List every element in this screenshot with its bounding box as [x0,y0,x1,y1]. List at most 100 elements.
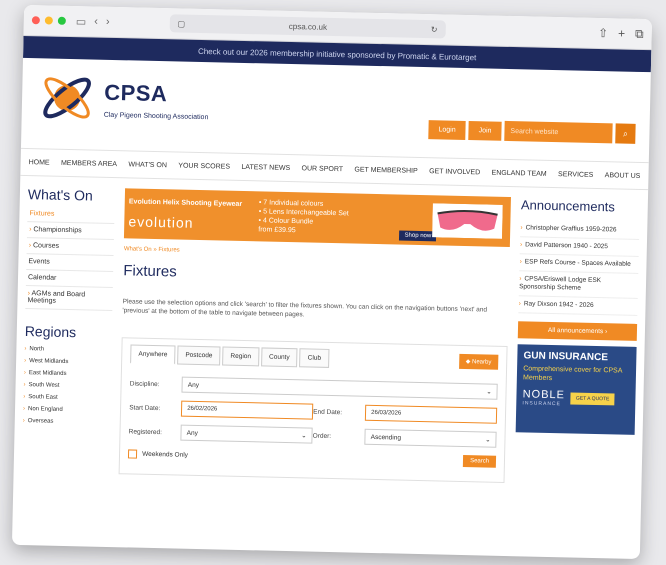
sidebar-item-label: AGMs and Board Meetings [27,290,86,305]
discipline-label: Discipline: [129,379,160,388]
nav-england-team[interactable]: ENGLAND TEAM [492,169,547,177]
chevron-down-icon: ⌄ [485,436,491,444]
region-label: South East [28,394,58,401]
region-label: South West [28,382,60,389]
nav-members-area[interactable]: MEMBERS AREA [61,159,117,167]
all-announcements-button[interactable]: All announcements › [517,321,638,341]
sidebar-item-label: Championships [33,226,82,235]
noble-logo: NOBLE [522,388,566,402]
eyewear-advert[interactable]: Evolution Helix Shooting Eyewear evoluti… [124,188,512,248]
window-controls [31,16,66,25]
intro-text: Please use the selection options and cli… [122,298,488,319]
announcement-text: ESP Refs Course - Spaces Available [524,258,631,268]
sidebar-item-championships[interactable]: › Championships [26,222,115,241]
get-a-quote-button[interactable]: GET A QUOTE [570,392,615,406]
announcement-text: Ray Dixson 1942 - 2026 [523,300,594,309]
nav-get-involved[interactable]: GET INVOLVED [429,168,480,176]
nav-get-membership[interactable]: GET MEMBERSHIP [354,166,417,174]
discipline-select[interactable]: Any ⌄ [181,376,498,400]
ad-points: • 7 Individual colours • 5 Lens Intercha… [258,198,349,236]
share-icon[interactable]: ⇧ [598,25,608,40]
zoom-window-icon[interactable] [57,16,66,25]
order-label: Order: [312,432,332,440]
region-overseas[interactable]: › Overseas [23,415,110,429]
ad-point: from £39.95 [258,225,348,236]
chevron-down-icon: ⌄ [486,388,492,396]
tab-anywhere[interactable]: Anywhere [130,344,176,365]
back-icon[interactable]: ‹ [94,15,98,28]
search-button[interactable]: Search [462,455,497,468]
forward-icon[interactable]: › [106,15,110,28]
noble-subtitle: INSURANCE [522,400,561,408]
nearby-label: Nearby [471,359,492,366]
reload-icon[interactable]: ↻ [431,25,438,34]
nav-your-scores[interactable]: YOUR SCORES [178,162,230,170]
browser-window: ▭ ‹ › ▢ cpsa.co.uk ↻ ⇧ + ⧉ Check out our… [11,4,653,560]
breadcrumb-whats-on[interactable]: What's On [124,246,152,253]
end-date-input[interactable]: 26/03/2026 [365,404,498,424]
fixture-filter: Anywhere Postcode Region County Club ◆ N… [118,337,508,483]
site-subtitle: Clay Pigeon Shooting Association [103,111,209,121]
region-label: East Midlands [28,370,67,378]
new-tab-icon[interactable]: + [618,26,625,41]
site-logo[interactable]: CPSA Clay Pigeon Shooting Association [35,66,209,132]
start-date-input[interactable]: 26/02/2026 [181,400,314,420]
registered-select[interactable]: Any ⌄ [180,424,313,444]
weekends-only-checkbox[interactable] [128,448,138,459]
announcement-item[interactable]: › CPSA/Eriswell Lodge ESK Sponsorship Sch… [518,271,639,299]
nav-whats-on[interactable]: WHAT'S ON [128,161,167,169]
url-text: cpsa.co.uk [288,21,328,32]
tab-county[interactable]: County [260,347,298,368]
nav-about-us[interactable]: ABOUT US [605,172,641,180]
registered-label: Registered: [128,427,163,436]
join-button[interactable]: Join [468,120,502,141]
ad-point-text: 4 Colour Bundle [262,217,314,226]
weekends-only-label: Weekends Only [142,450,189,459]
end-date-label: End Date: [313,408,343,416]
chevron-down-icon: ⌄ [301,432,307,440]
login-button[interactable]: Login [428,119,466,140]
sidebar-item-agms[interactable]: › AGMs and Board Meetings [25,286,113,312]
close-window-icon[interactable] [31,16,40,25]
nav-our-sport[interactable]: OUR SPORT [302,165,344,173]
sidebar-icon[interactable]: ▭ [76,15,87,28]
search-icon[interactable]: ⌕ [615,123,636,144]
page-icon: ▢ [177,18,186,29]
nav-home[interactable]: HOME [29,159,50,166]
ad-point-text: from £39.95 [258,226,296,235]
nav-latest-news[interactable]: LATEST NEWS [241,163,290,171]
tab-club[interactable]: Club [299,348,330,368]
promo-banner-text: Check out our 2026 membership initiative… [197,46,477,62]
sidebar-item-events[interactable]: Events [26,254,114,273]
announcement-item[interactable]: › Ray Dixson 1942 - 2026 [518,296,638,316]
announcement-text: Christopher Graffius 1959-2026 [525,224,617,234]
breadcrumb: What's On » Fixtures [124,246,510,261]
announcement-text: David Patterson 1940 - 2025 [525,241,609,251]
order-value: Ascending [370,433,402,442]
order-select[interactable]: Ascending ⌄ [364,428,497,448]
sidebar-item-calendar[interactable]: Calendar [25,270,114,289]
ad-point-text: 7 Individual colours [263,199,324,208]
minimize-window-icon[interactable] [44,16,53,25]
nav-services[interactable]: SERVICES [558,171,593,179]
cpsa-logo-icon [43,77,91,119]
tabs-icon[interactable]: ⧉ [635,26,644,41]
registered-value: Any [186,429,198,437]
sidebar-item-courses[interactable]: › Courses [26,238,115,257]
region-label: Overseas [27,418,54,425]
right-sidebar: Announcements › Christopher Graffius 1959… [515,197,640,486]
discipline-value: Any [187,381,200,389]
sunglasses-icon [432,203,503,239]
breadcrumb-fixtures[interactable]: Fixtures [158,247,179,253]
sidebar-item-fixtures[interactable]: Fixtures [27,206,115,225]
site-search-input[interactable]: Search website [504,120,613,144]
all-announcements-label: All announcements [547,326,604,336]
gun-insurance-advert[interactable]: GUN INSURANCE Comprehensive cover for CP… [515,344,637,435]
tab-postcode[interactable]: Postcode [177,345,221,366]
shop-now-button[interactable]: Shop now [399,230,437,242]
nearby-button[interactable]: ◆ Nearby [458,353,499,370]
address-bar[interactable]: ▢ cpsa.co.uk ↻ [169,14,446,39]
tab-region[interactable]: Region [222,346,260,367]
whats-on-heading: What's On [27,186,94,204]
site-header: CPSA Clay Pigeon Shooting Association Lo… [21,58,651,162]
